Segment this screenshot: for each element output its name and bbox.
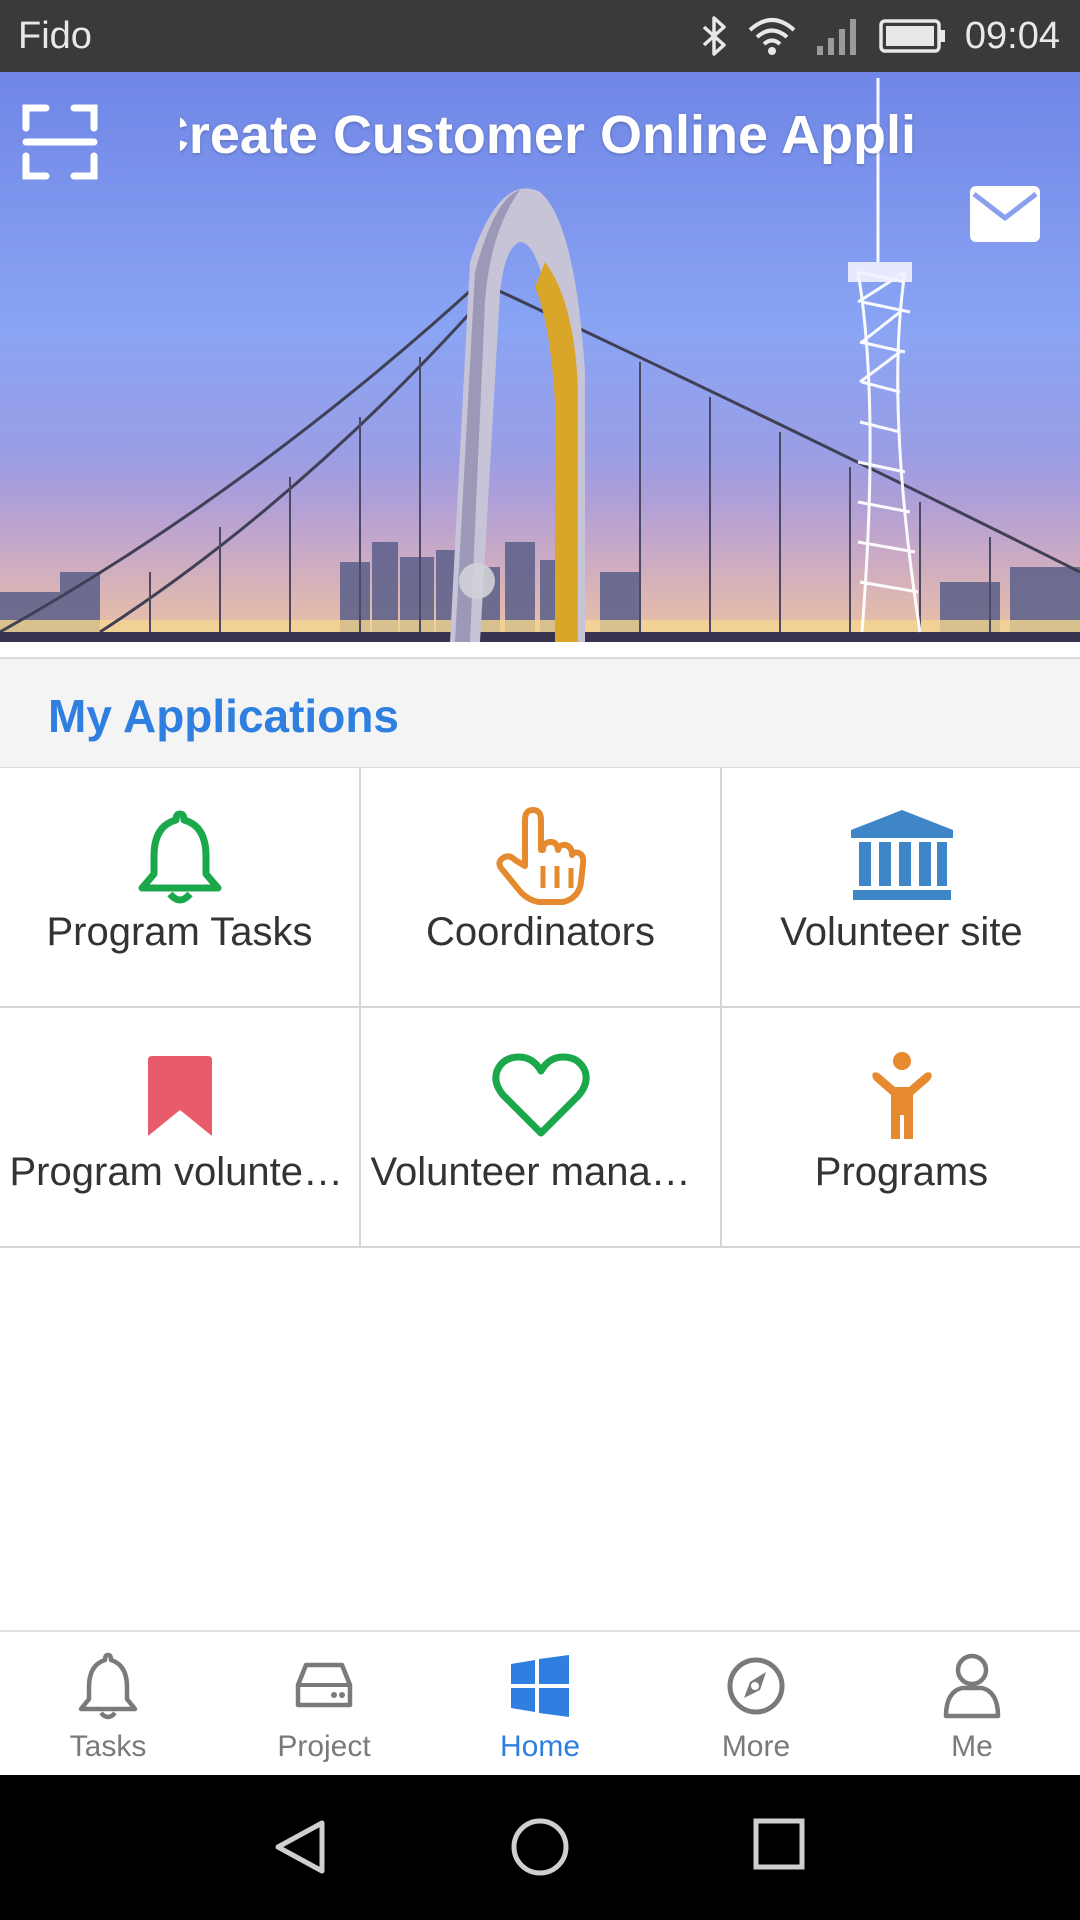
- bottom-navigation: Tasks Project Home More Me: [0, 1630, 1080, 1775]
- status-bar: Fido 09:04: [0, 0, 1080, 72]
- tile-label: Programs: [814, 1150, 989, 1194]
- app-tile-programs[interactable]: Programs: [722, 1008, 1080, 1246]
- nav-tab-tasks[interactable]: Tasks: [0, 1632, 216, 1775]
- status-icons: 09:04: [699, 15, 1060, 58]
- banner-marquee: Create Customer Online Application: [180, 100, 915, 180]
- my-applications-header: My Applications: [0, 657, 1080, 769]
- banner-carousel[interactable]: Create Customer Online Application: [0, 72, 1080, 642]
- bell-icon: [138, 810, 221, 904]
- nav-label: Tasks: [69, 1730, 147, 1763]
- section-title: My Applications: [48, 690, 399, 742]
- tile-label: Program Tasks: [46, 910, 313, 954]
- tile-label: Program voluntеers: [9, 1150, 350, 1194]
- banner-title: Create Customer Online Application: [180, 105, 915, 165]
- tile-label: Volunteer management: [370, 1150, 711, 1194]
- scan-icon[interactable]: [22, 104, 98, 180]
- app-tile-volunteer-management[interactable]: Volunteer management: [361, 1008, 720, 1246]
- compass-icon: [727, 1657, 785, 1715]
- person-icon: [871, 1052, 932, 1139]
- bookmark-icon: [147, 1056, 212, 1136]
- app-tile-coordinators[interactable]: Coordinators: [361, 768, 720, 1006]
- nav-tab-more[interactable]: More: [648, 1632, 864, 1775]
- back-icon[interactable]: [272, 1817, 328, 1877]
- user-icon: [943, 1653, 1001, 1719]
- nav-label: More: [721, 1730, 791, 1763]
- tile-label: Coordinators: [425, 910, 655, 954]
- nav-label: Home: [499, 1730, 581, 1763]
- status-time: 09:04: [964, 14, 1060, 57]
- windows-icon: [511, 1655, 569, 1717]
- wifi-icon: [748, 18, 796, 55]
- battery-icon: [879, 19, 945, 53]
- nav-label: Me: [951, 1730, 993, 1763]
- nav-tab-home[interactable]: Home: [432, 1632, 648, 1775]
- applications-grid: Program Tasks Coordinators Volunteer sit…: [0, 768, 1080, 1248]
- institution-icon: [850, 810, 953, 900]
- recents-icon[interactable]: [752, 1817, 806, 1871]
- nav-label: Project: [277, 1730, 371, 1763]
- drive-icon: [295, 1662, 353, 1708]
- app-tile-program-volunteers[interactable]: Program voluntеers: [0, 1008, 359, 1246]
- app-tile-program-tasks[interactable]: Program Tasks: [0, 768, 359, 1006]
- app-tile-volunteer-site[interactable]: Volunteer site: [722, 768, 1080, 1006]
- bell-icon: [78, 1652, 138, 1720]
- bluetooth-icon: [702, 16, 726, 56]
- nav-tab-me[interactable]: Me: [864, 1632, 1080, 1775]
- heart-icon: [491, 1053, 590, 1137]
- mail-icon[interactable]: [968, 184, 1042, 244]
- carrier-name: Fido: [18, 14, 92, 57]
- system-navigation-bar: [0, 1775, 1080, 1920]
- signal-icon: [816, 19, 856, 55]
- nav-tab-project[interactable]: Project: [216, 1632, 432, 1775]
- pointing-hand-icon: [495, 807, 586, 905]
- home-circle-icon[interactable]: [510, 1817, 570, 1877]
- carousel-indicator-dot[interactable]: [459, 563, 495, 599]
- tile-label: Volunteer site: [780, 910, 1023, 954]
